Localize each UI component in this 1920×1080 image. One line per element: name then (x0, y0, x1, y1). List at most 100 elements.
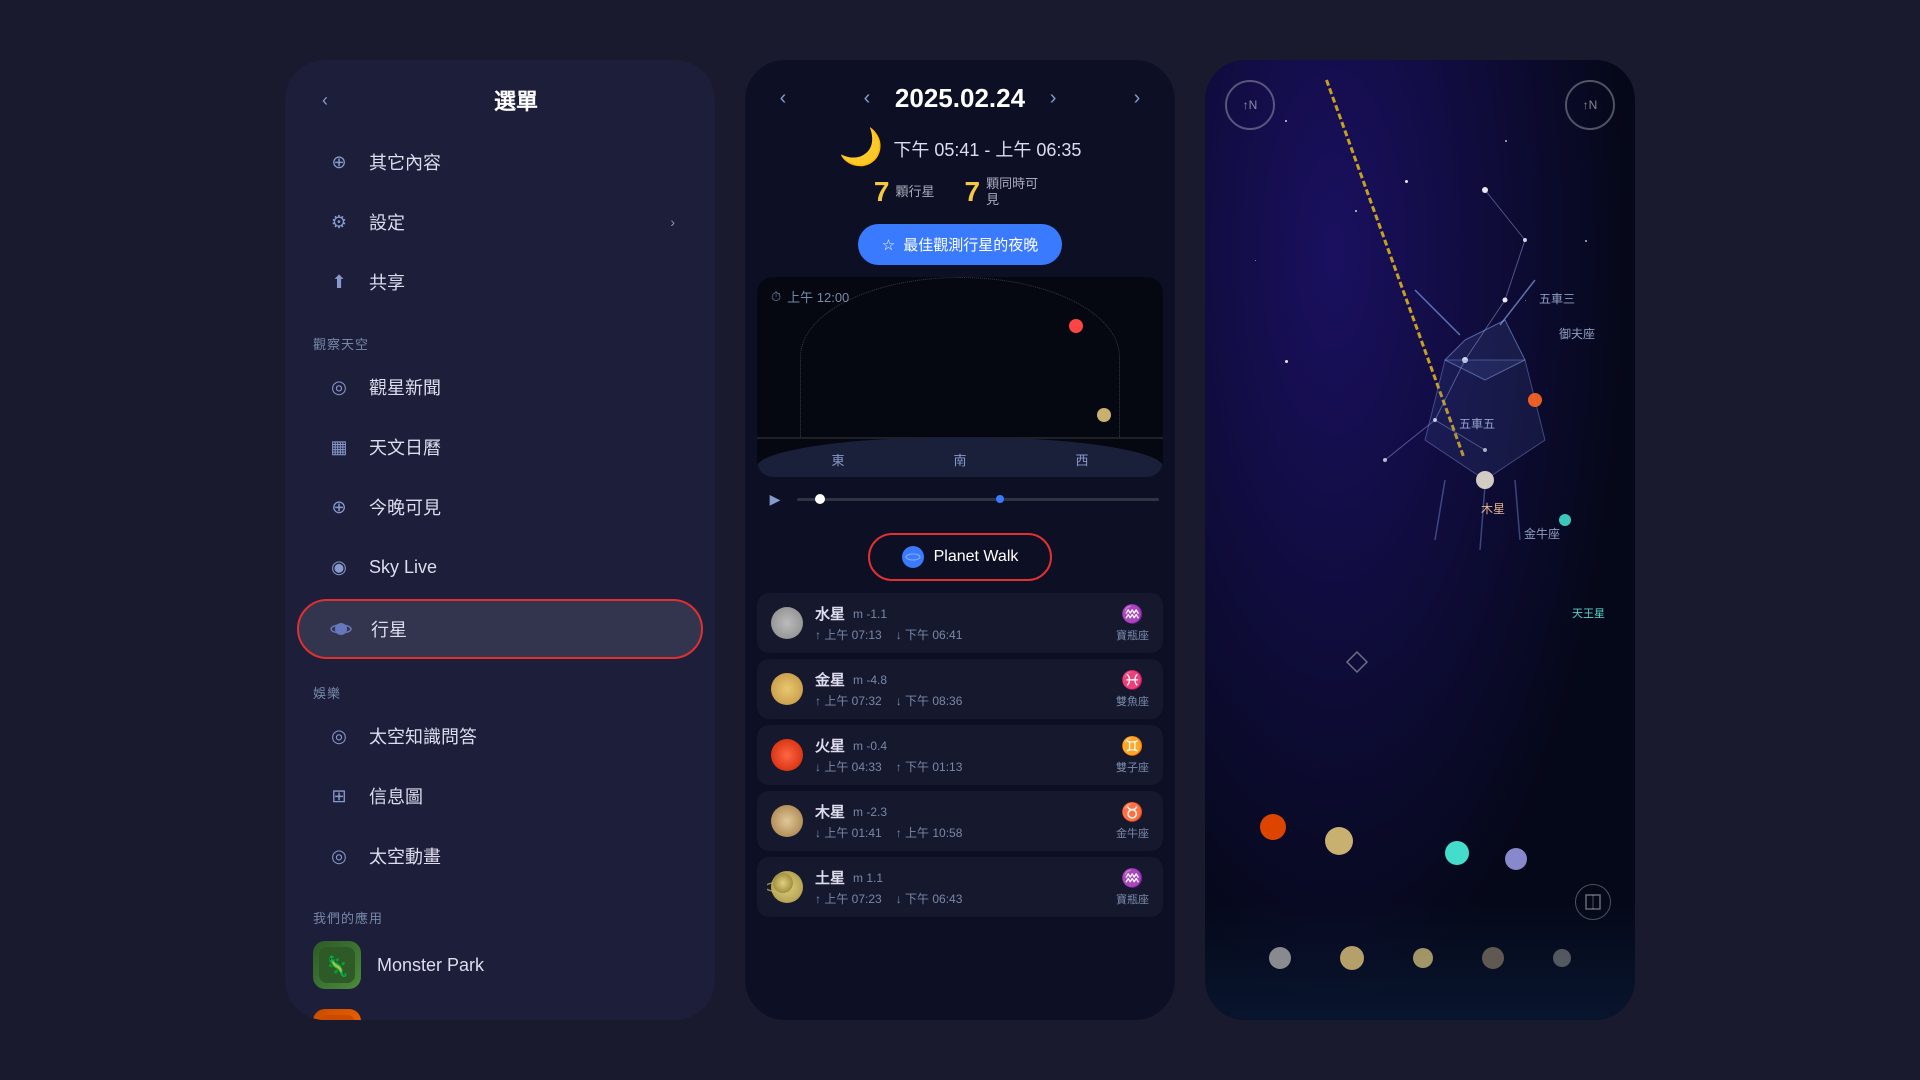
bottom-venus (1340, 946, 1364, 970)
locate-icon[interactable] (1345, 650, 1369, 679)
planet-row-mercury[interactable]: 水星 m -1.1 ↑ 上午 07:13 ↓ 下午 06:41 ♒ 寶瓶座 (757, 593, 1163, 653)
planet-row-saturn[interactable]: 土星 m 1.1 ↑ 上午 07:23 ↓ 下午 06:43 ♒ 寶瓶座 (757, 857, 1163, 917)
menu-title: 選單 (341, 84, 691, 116)
label-wuche3: 五車三 (1539, 290, 1575, 307)
planet-icon (327, 615, 355, 643)
bottom-neptune (1553, 949, 1571, 967)
left-panel: ‹ 選單 ⊕ 其它內容 ⚙ 設定 › ⬆ 共享 觀察天空 ◎ 觀星新聞 ▦ 天文… (285, 60, 715, 1020)
section-apps-label: 我們的應用 (285, 898, 715, 931)
direction-east: 東 (831, 450, 844, 469)
sidebar-item-skylive[interactable]: ◉ Sky Live (297, 539, 703, 595)
bottom-planet-row (1205, 946, 1635, 970)
mars-scene-dot (1260, 814, 1286, 840)
taurus-constellation (1285, 140, 1605, 660)
next-date-button[interactable]: › (1035, 80, 1071, 116)
date-header: ‹ ‹ 2025.02.24 › › (745, 60, 1175, 126)
sidebar-item-infographic[interactable]: ⊞ 信息圖 (297, 768, 703, 824)
circle-icon: ◉ (325, 553, 353, 581)
saturn-info: 土星 m 1.1 ↑ 上午 07:23 ↓ 下午 06:43 (815, 867, 1104, 907)
star-1 (1285, 120, 1287, 122)
infographic-icon: ⊞ (325, 782, 353, 810)
label-tianwangxing: 天王星 (1572, 605, 1605, 621)
mercury-constellation: ♒ 寶瓶座 (1116, 604, 1149, 643)
sidebar-item-settings[interactable]: ⚙ 設定 › (297, 194, 703, 250)
sidebar-item-other-content[interactable]: ⊕ 其它內容 (297, 134, 703, 190)
jupiter-constellation: ♉ 金牛座 (1116, 802, 1149, 841)
app-item-easy-sculpt[interactable]: Easy Sculpt (285, 999, 715, 1020)
current-date: 2025.02.24 (895, 83, 1025, 114)
planet-count-item: 7 顆行星 (874, 176, 935, 208)
mercury-info: 水星 m -1.1 ↑ 上午 07:13 ↓ 下午 06:41 (815, 603, 1104, 643)
play-button[interactable]: ▶ (761, 485, 789, 513)
saturn-icon (771, 871, 803, 903)
direction-labels: 東 南 西 (757, 450, 1163, 469)
moon-icon: 🌙 (839, 126, 884, 168)
mars-icon (771, 739, 803, 771)
prev-date-button-2[interactable]: ‹ (849, 80, 885, 116)
animation-icon: ◎ (325, 842, 353, 870)
planet-row-mars[interactable]: 火星 m -0.4 ↓ 上午 04:33 ↑ 下午 01:13 ♊ 雙子座 (757, 725, 1163, 785)
sky-chart: ⏱ 上午 12:00 東 南 西 (757, 277, 1163, 477)
sidebar-item-calendar[interactable]: ▦ 天文日曆 (297, 419, 703, 475)
venus-constellation: ♓ 雙魚座 (1116, 670, 1149, 709)
star-4 (1255, 260, 1256, 261)
venus-icon (771, 673, 803, 705)
mars-constellation: ♊ 雙子座 (1116, 736, 1149, 775)
plus-circle-icon: ⊕ (325, 148, 353, 176)
prev-date-button[interactable]: ‹ (765, 80, 801, 116)
rss-icon: ◎ (325, 373, 353, 401)
sidebar-item-quiz[interactable]: ◎ 太空知識問答 (297, 708, 703, 764)
planet-row-venus[interactable]: 金星 m -4.8 ↑ 上午 07:32 ↓ 下午 08:36 ♓ 雙魚座 (757, 659, 1163, 719)
time-label: ⏱ 上午 12:00 (771, 287, 849, 306)
best-night-button[interactable]: ☆ 最佳觀測行星的夜晚 (858, 224, 1062, 265)
quiz-icon: ◎ (325, 722, 353, 750)
venus-scene-dot (1325, 827, 1353, 855)
simultaneous-count-number: 7 (965, 176, 981, 208)
planet-row-jupiter[interactable]: 木星 m -2.3 ↓ 上午 01:41 ↑ 上午 10:58 ♉ 金牛座 (757, 791, 1163, 851)
sidebar-item-animation[interactable]: ◎ 太空動畫 (297, 828, 703, 884)
sidebar-item-news[interactable]: ◎ 觀星新聞 (297, 359, 703, 415)
compass-top-right[interactable]: ↑N (1565, 80, 1615, 130)
label-wuche5: 五車五 (1459, 415, 1495, 432)
target-icon: ⊕ (325, 493, 353, 521)
label-yufuzuo: 御夫座 (1559, 325, 1595, 342)
planet-dot-jupiter (1097, 408, 1111, 422)
neptune-scene-dot (1505, 848, 1527, 870)
label-mujing: 木星 (1481, 500, 1505, 517)
timeline-mark (996, 495, 1004, 503)
venus-info: 金星 m -4.8 ↑ 上午 07:32 ↓ 下午 08:36 (815, 669, 1104, 709)
jupiter-icon (771, 805, 803, 837)
menu-header: ‹ 選單 (285, 60, 715, 132)
easy-sculpt-icon (313, 1009, 361, 1020)
forward-button[interactable]: › (1119, 80, 1155, 116)
calendar-icon: ▦ (325, 433, 353, 461)
planet-list: 水星 m -1.1 ↑ 上午 07:13 ↓ 下午 06:41 ♒ 寶瓶座 金星… (745, 593, 1175, 1020)
timeline-bar: ▶ (745, 477, 1175, 521)
timeline-thumb (815, 494, 825, 504)
bottom-mercury (1269, 947, 1291, 969)
bottom-saturn (1413, 948, 1433, 968)
direction-south: 南 (953, 450, 966, 469)
star-icon: ☆ (882, 236, 895, 254)
planet-count-label: 顆行星 (895, 184, 934, 200)
sidebar-item-planets[interactable]: 行星 (297, 599, 703, 659)
timeline-track[interactable] (797, 498, 1159, 501)
sidebar-item-share[interactable]: ⬆ 共享 (297, 254, 703, 310)
compass-top-left[interactable]: ↑N (1225, 80, 1275, 130)
planet-walk-icon (902, 546, 924, 568)
app-item-monster-park[interactable]: 🦎 Monster Park (285, 931, 715, 999)
share-icon: ⬆ (325, 268, 353, 296)
saturn-constellation: ♒ 寶瓶座 (1116, 868, 1149, 907)
planet-dot-mars (1069, 319, 1083, 333)
direction-west: 西 (1075, 450, 1088, 469)
uranus-scene-dot (1445, 841, 1469, 865)
section-ent-label: 娛樂 (285, 673, 715, 706)
sidebar-item-tonight[interactable]: ⊕ 今晚可見 (297, 479, 703, 535)
bottom-uranus2 (1482, 947, 1504, 969)
right-panel: ↑N ↑N (1205, 60, 1635, 1020)
gear-icon: ⚙ (325, 208, 353, 236)
back-button[interactable]: ‹ (309, 84, 341, 116)
svg-text:🦎: 🦎 (325, 954, 350, 978)
planet-walk-button[interactable]: Planet Walk (868, 533, 1053, 581)
simultaneous-count-item: 7 顆同時可見 (965, 176, 1047, 208)
